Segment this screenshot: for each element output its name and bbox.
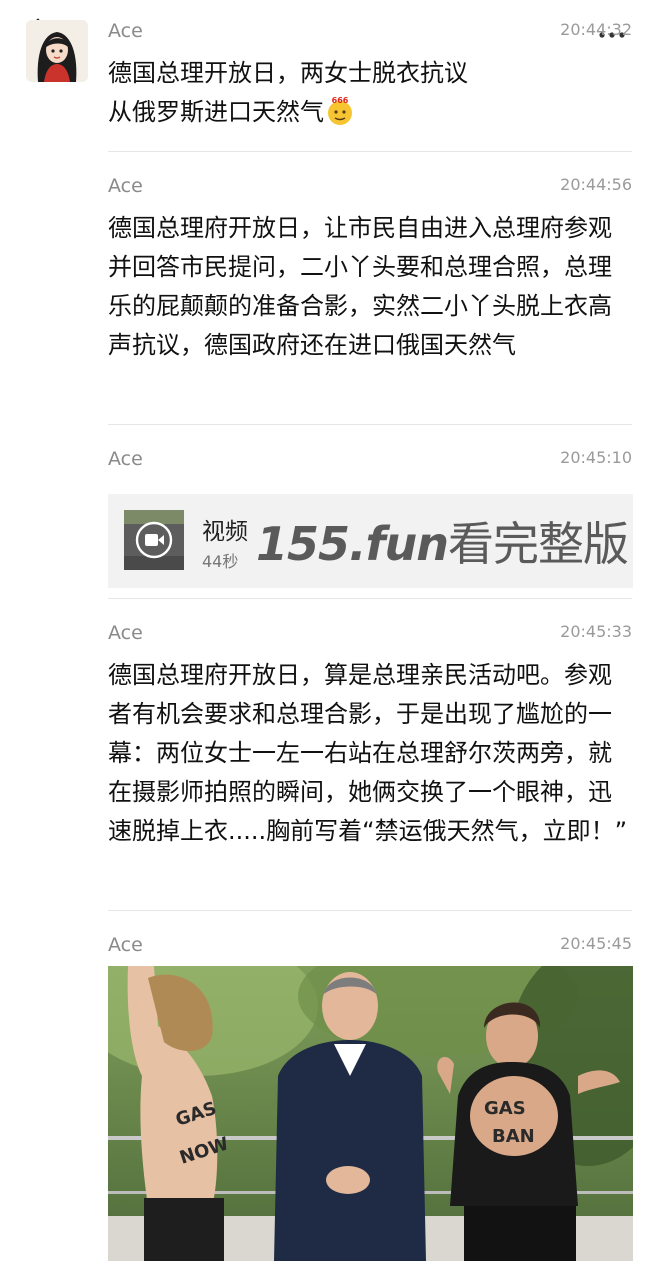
photo-illustration: GAS NOW GAS BAN [108, 966, 633, 1261]
sender-name: Ace [108, 934, 143, 956]
watermark-text: 看完整版 [448, 517, 629, 571]
timestamp: 20:45:45 [560, 934, 632, 953]
watermark-domain: 155.fun [256, 517, 449, 571]
video-duration: 44秒 [202, 552, 239, 571]
avatar-illustration [26, 20, 88, 82]
sender-name: Ace [108, 175, 143, 197]
timestamp: 20:45:10 [560, 448, 632, 467]
message: Ace 20:44:32 德国总理开放日，两女士脱衣抗议从俄罗斯进口天然气 66… [108, 20, 632, 130]
timestamp: 20:44:56 [560, 175, 632, 194]
photo[interactable]: GAS NOW GAS BAN [108, 966, 633, 1261]
avatar[interactable] [26, 20, 88, 82]
666-emoji-icon: 666 [328, 96, 352, 125]
message-text: 德国总理开放日，两女士脱衣抗议从俄罗斯进口天然气 666 [108, 54, 482, 132]
video-thumbnail[interactable] [124, 510, 184, 570]
message-text: 德国总理府开放日，算是总理亲民活动吧。参观者有机会要求和总理合影，于是出现了尴尬… [108, 661, 628, 845]
separator [108, 424, 632, 425]
sender-name: Ace [108, 622, 143, 644]
message: Ace 20:45:45 GAS NOW GAS BAN [108, 934, 633, 1280]
message-text-content: 德国总理开放日，两女士脱衣抗议从俄罗斯进口天然气 [108, 59, 468, 126]
message: Ace 20:44:56 德国总理府开放日，让市民自由进入总理府参观并回答市民提… [108, 175, 632, 405]
separator [108, 151, 632, 152]
svg-text:GAS: GAS [484, 1098, 526, 1119]
svg-text:666: 666 [332, 96, 349, 105]
message: Ace 20:45:10 视频 44秒 155.fun看完整版 [108, 448, 633, 588]
sender-name: Ace [108, 448, 143, 470]
message-text: 德国总理府开放日，让市民自由进入总理府参观并回答市民提问，二小丫头要和总理合照，… [108, 214, 612, 359]
timestamp: 20:44:32 [560, 20, 632, 39]
message: Ace 20:45:33 德国总理府开放日，算是总理亲民活动吧。参观者有机会要求… [108, 622, 632, 892]
watermark: 155.fun看完整版 [256, 508, 629, 574]
timestamp: 20:45:33 [560, 622, 632, 641]
video-camera-icon [124, 510, 184, 570]
sender-name: Ace [108, 20, 143, 42]
svg-text:BAN: BAN [492, 1126, 535, 1147]
video-card[interactable]: 视频 44秒 155.fun看完整版 [108, 494, 633, 588]
video-label: 视频 [202, 519, 248, 545]
separator [108, 598, 632, 599]
separator [108, 910, 632, 911]
